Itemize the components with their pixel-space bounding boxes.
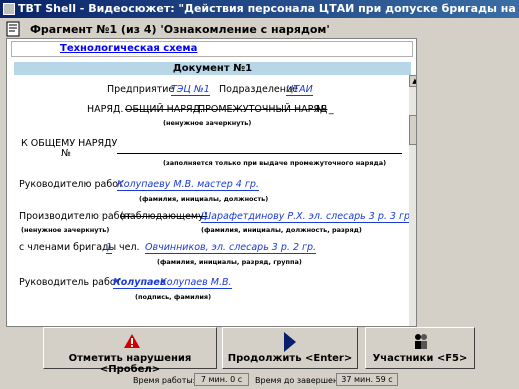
scroll-up-button[interactable]: ▲ xyxy=(409,75,416,87)
note-signature: (подпись, фамилия) xyxy=(135,293,212,301)
work-manager-label: Руководителю работ xyxy=(19,179,124,190)
general-order-number: № xyxy=(61,148,71,159)
enterprise-label: Предприятие xyxy=(107,84,175,95)
vertical-scrollbar[interactable]: ▲ ▼ xyxy=(409,75,416,326)
note-strike-2: (ненужное зачеркнуть) xyxy=(21,226,110,234)
fragment-header: Фрагмент №1 (из 4) 'Ознакомление с наряд… xyxy=(6,20,512,38)
members-value: Овчинников, эл. слесарь 3 р. 2 гр. xyxy=(145,242,317,254)
play-arrow-icon xyxy=(284,332,296,352)
order-label: НАРЯД. xyxy=(87,104,124,115)
manager-signature: Колупаев xyxy=(113,277,166,289)
note-intermediate: (заполняется только при выдаче промежуто… xyxy=(163,159,387,167)
mark-violation-label: Отметить нарушения <Пробел> xyxy=(68,353,192,375)
members-label: с членами бригады xyxy=(19,242,117,253)
performer-label: Производителю работ xyxy=(19,211,131,222)
work-time-label: Время работы: xyxy=(133,376,196,385)
order-general: ОБЩИЙ НАРЯД. xyxy=(125,104,204,115)
order-intermediate: ПРОМЕЖУТОЧНЫЙ НАРЯД xyxy=(198,104,328,115)
order-number: № _ xyxy=(316,104,334,115)
work-time-value: 7 мин. 0 с xyxy=(194,373,249,386)
document-icon xyxy=(6,21,20,37)
note-name-position: (фамилия, инициалы, должность) xyxy=(139,195,269,203)
mark-violation-button[interactable]: Отметить нарушения <Пробел> xyxy=(43,327,217,375)
division-value: ЦТАИ xyxy=(286,84,313,96)
remaining-time-value: 37 мин. 59 с xyxy=(336,373,398,386)
warning-icon xyxy=(124,334,140,348)
note-members: (фамилия, инициалы, разряд, группа) xyxy=(157,258,302,266)
title-bar: TBT Shell - Видеосюжет: "Действия персон… xyxy=(0,0,519,18)
note-name-position-rank: (фамилия, инициалы, должность, разряд) xyxy=(201,226,362,234)
performer-value: Шарафетдинову Р.Х. эл. слесарь 3 р. 3 гр… xyxy=(201,211,414,223)
fragment-title: Фрагмент №1 (из 4) 'Ознакомление с наряд… xyxy=(30,23,330,36)
note-strike: (ненужное зачеркнуть) xyxy=(163,119,252,127)
document-panel: Технологическая схема Документ №1 Предпр… xyxy=(6,38,417,327)
enterprise-value: ТЭЦ №1 xyxy=(171,84,210,96)
continue-label: Продолжить <Enter> xyxy=(227,353,353,364)
participants-label: Участники <F5> xyxy=(372,353,468,364)
window-title: TBT Shell - Видеосюжет: "Действия персон… xyxy=(18,2,519,15)
work-manager-value: Колупаеву М.В. мастер 4 гр. xyxy=(117,179,259,191)
manager-sign-value: Колупаев М.В. xyxy=(160,277,232,289)
members-unit: чел. xyxy=(119,242,140,253)
app-window: TBT Shell - Видеосюжет: "Действия персон… xyxy=(0,0,519,389)
manager-sign-label: Руководитель работ xyxy=(19,277,122,288)
continue-button[interactable]: Продолжить <Enter> xyxy=(222,327,358,369)
observer-label: (наблюдающему) xyxy=(120,211,208,222)
general-order-line xyxy=(117,153,402,154)
document-body: Предприятие ТЭЦ №1 Подразделение ЦТАИ НА… xyxy=(7,39,416,326)
scroll-thumb[interactable] xyxy=(409,115,416,145)
participants-icon xyxy=(415,334,427,349)
participants-button[interactable]: Участники <F5> xyxy=(365,327,475,369)
members-count: 1 xyxy=(106,242,113,254)
app-icon xyxy=(3,3,15,15)
